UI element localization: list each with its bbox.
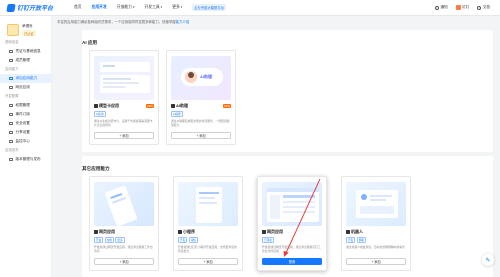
magic-wand-icon[interactable]: ✎ bbox=[482, 254, 494, 266]
annotation-arrow bbox=[283, 178, 321, 257]
